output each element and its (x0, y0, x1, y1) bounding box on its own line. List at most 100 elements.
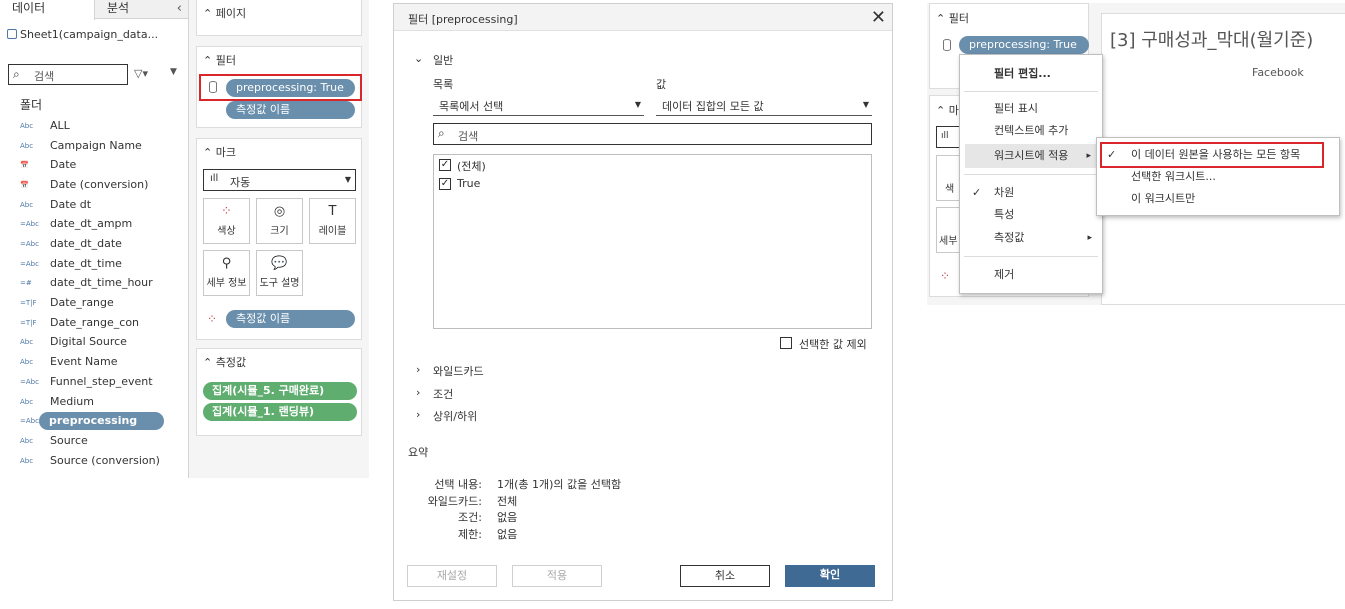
menu-item-show-filter[interactable]: 필터 표시 (960, 99, 1102, 119)
text-icon: T (328, 204, 337, 219)
measure-pill[interactable]: 집계(시뮬_5. 구매완료) (203, 382, 357, 400)
field-item[interactable]: Abc Source (20, 432, 88, 450)
field-name: Campaign Name (50, 139, 142, 152)
field-item-selected[interactable]: =Abc preprocessing (20, 412, 164, 430)
exclude-label[interactable]: 선택한 값 제외 (799, 336, 867, 352)
field-item[interactable]: =T|F Date_range (20, 294, 114, 312)
detail-icon: ⚲ (221, 256, 232, 271)
list-mode-select[interactable]: 목록에서 선택 ▼ (433, 94, 644, 116)
search-icon: ⌕ (438, 126, 445, 140)
chevron-right-icon[interactable]: › (416, 408, 420, 421)
exclude-checkbox[interactable] (780, 337, 792, 349)
detail-button[interactable]: ⚲ 세부 정보 (203, 250, 250, 296)
chevron-down-icon[interactable]: ⌄ (414, 52, 423, 65)
menu-item-remove[interactable]: 제거 (960, 265, 1102, 285)
submenu-item-this-sheet-only[interactable]: 이 워크시트만 (1097, 189, 1339, 209)
menu-item-edit-filter[interactable]: 필터 편집... (960, 64, 1102, 84)
value-scope-select[interactable]: 데이터 집합의 모든 값 ▼ (656, 94, 872, 116)
field-item[interactable]: Abc Digital Source (20, 333, 127, 351)
field-type-icon: Abc (20, 338, 34, 346)
check-icon: ✓ (972, 186, 982, 199)
field-item[interactable]: =Abc date_dt_ampm (20, 215, 132, 233)
reset-button[interactable]: 재설정 (407, 565, 497, 587)
collapse-icon[interactable]: ‹ (177, 1, 182, 16)
field-type-icon: Abc (20, 201, 34, 209)
filters-shelf[interactable]: ⌃ 필터 preprocessing: True 측정값 이름 (196, 46, 362, 128)
field-item[interactable]: =Abc date_dt_time (20, 255, 122, 273)
field-item[interactable]: Abc Source (conversion) (20, 452, 160, 470)
bar-chart-icon: ıll (210, 173, 219, 184)
apply-button[interactable]: 적용 (512, 565, 602, 587)
field-type-icon: =Abc (20, 260, 39, 268)
filter-pill-preprocessing[interactable]: preprocessing: True (959, 36, 1089, 54)
marks-pill-measure-names[interactable]: 측정값 이름 (226, 310, 355, 328)
measure-pill[interactable]: 집계(시뮬_1. 랜딩뷰) (203, 403, 357, 421)
chevron-down-icon[interactable]: ▼ (170, 67, 177, 77)
apply-to-submenu: ✓ 이 데이터 원본을 사용하는 모든 항목 선택한 워크시트... 이 워크시트… (1096, 137, 1340, 216)
menu-item-measure[interactable]: 측정값 ▸ (960, 228, 1102, 248)
pages-shelf[interactable]: ⌃ 페이지 (196, 0, 362, 36)
close-icon[interactable]: ✕ (871, 7, 886, 28)
condition-section[interactable]: 조건 (433, 386, 453, 402)
general-section-label[interactable]: 일반 (433, 52, 453, 68)
marks-header-label: 마크 (215, 146, 236, 159)
tab-analysis[interactable]: 분석 (107, 0, 129, 19)
dialog-titlebar: 필터 [preprocessing] ✕ (394, 4, 892, 31)
menu-item-attribute[interactable]: 특성 (960, 205, 1102, 225)
folder-header: 폴더 (20, 98, 43, 112)
chevron-down-icon: ▼ (344, 175, 351, 184)
submenu-item-label: 선택한 워크시트... (1131, 170, 1216, 183)
shelves-pane: ⌃ 페이지 ⌃ 필터 preprocessing: True 측정값 이름 ⌃ … (189, 0, 369, 478)
field-item[interactable]: =T|F Date_range_con (20, 314, 139, 332)
menu-item-dimension[interactable]: ✓ 차원 (960, 183, 1102, 203)
summary-value: 1개(총 1개)의 값을 선택함 (497, 478, 622, 491)
list-mode-value: 목록에서 선택 (439, 100, 504, 113)
field-item[interactable]: =# date_dt_time_hour (20, 274, 153, 292)
filter-dialog: 필터 [preprocessing] ✕ ⌄ 일반 목록 목록에서 선택 ▼ 값… (393, 3, 893, 601)
color-icon: ⁘ (940, 269, 951, 283)
field-item[interactable]: Abc Event Name (20, 353, 117, 371)
cancel-button[interactable]: 취소 (680, 565, 770, 587)
wildcard-section[interactable]: 와일드카드 (433, 363, 484, 379)
top-section[interactable]: 상위/하위 (433, 408, 477, 424)
menu-separator (964, 256, 1098, 257)
field-item[interactable]: Abc Campaign Name (20, 137, 142, 155)
chevron-right-icon[interactable]: › (416, 386, 420, 399)
tab-data[interactable]: 데이터 (0, 0, 95, 20)
size-button[interactable]: ◎ 크기 (256, 198, 303, 244)
measure-values-label: 측정값 (215, 356, 247, 369)
summary-key: 제한: (458, 528, 482, 541)
tooltip-button[interactable]: 💬 도구 설명 (256, 250, 303, 296)
field-item[interactable]: Abc Date dt (20, 196, 91, 214)
field-item[interactable]: Abc Medium (20, 393, 94, 411)
field-name: Funnel_step_event (50, 375, 153, 388)
calendar-icon: 📅 (20, 181, 29, 189)
chevron-right-icon: ▸ (1087, 233, 1092, 243)
data-source[interactable]: Sheet1(campaign_data... (7, 28, 158, 41)
list-item-label[interactable]: (전체) (457, 158, 486, 174)
menu-item-add-to-context[interactable]: 컨텍스트에 추가 (960, 121, 1102, 141)
label-button[interactable]: T 레이블 (309, 198, 356, 244)
field-item[interactable]: =Abc date_dt_date (20, 235, 122, 253)
dialog-search-input[interactable]: ⌕ 검색 (433, 123, 872, 145)
ok-button[interactable]: 확인 (785, 565, 875, 587)
chevron-right-icon[interactable]: › (416, 363, 420, 376)
field-type-icon: Abc (20, 358, 34, 366)
filter-icon[interactable]: ▽▾ (134, 67, 148, 80)
checkbox-true[interactable]: ✓ (439, 178, 451, 190)
checkbox-all[interactable]: ✓ (439, 159, 451, 171)
list-item-label[interactable]: True (457, 177, 480, 190)
field-item[interactable]: 📅 Date (conversion) (20, 176, 148, 194)
menu-separator (964, 91, 1098, 92)
field-search-input[interactable]: ⌕ 검색 (8, 64, 128, 85)
search-placeholder: 검색 (34, 70, 55, 83)
field-item[interactable]: =Abc Funnel_step_event (20, 373, 153, 391)
mark-type-select[interactable]: ıll 자동 ▼ (203, 169, 356, 191)
filter-pill-measure-names[interactable]: 측정값 이름 (226, 101, 355, 119)
color-button[interactable]: ⁘ 색상 (203, 198, 250, 244)
calendar-icon: 📅 (20, 161, 29, 169)
field-item[interactable]: Abc ALL (20, 117, 70, 135)
menu-item-apply-to-worksheets[interactable]: 워크시트에 적용 ▸ (965, 144, 1097, 168)
submenu-item-selected-sheets[interactable]: 선택한 워크시트... (1097, 167, 1339, 187)
field-item[interactable]: 📅 Date (20, 156, 76, 174)
